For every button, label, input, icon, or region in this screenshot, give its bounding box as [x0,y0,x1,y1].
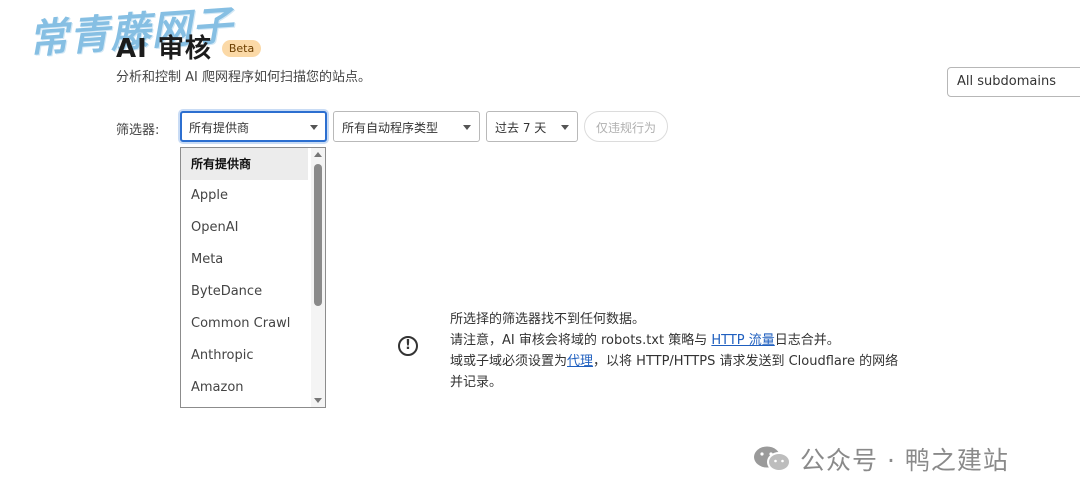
provider-options: 所有提供商 Apple OpenAI Meta ByteDance Common… [181,148,325,404]
provider-option-common-crawl[interactable]: Common Crawl [181,308,308,340]
header: AI 审核 Beta [116,28,262,65]
empty-state-text: 请注意，AI 审核会将域的 robots.txt 策略与 [450,333,712,348]
info-circle-icon: ! [398,336,418,356]
dropdown-scrollbar[interactable] [311,148,325,407]
chevron-down-icon [463,125,471,130]
account-brand: 公众号 · 鸭之建站 [752,441,1009,477]
time-range-select[interactable]: 过去 7 天 [486,111,578,142]
bot-type-select[interactable]: 所有自动程序类型 [333,111,480,142]
chevron-down-icon [561,125,569,130]
page-subtitle: 分析和控制 AI 爬网程序如何扫描您的站点。 [116,70,371,85]
wechat-icon [752,444,792,474]
empty-state-line-1: 所选择的筛选器找不到任何数据。 [450,312,646,327]
provider-option-openai[interactable]: OpenAI [181,212,308,244]
provider-option-bytedance[interactable]: ByteDance [181,276,308,308]
scrollbar-thumb[interactable] [314,164,322,306]
provider-select-value: 所有提供商 [189,121,250,135]
empty-state-line-4: 并记录。 [450,375,503,390]
bot-type-select-value: 所有自动程序类型 [342,121,439,135]
provider-option-meta[interactable]: Meta [181,244,308,276]
subdomain-select[interactable]: All subdomains [947,67,1080,97]
http-traffic-link[interactable]: HTTP 流量 [711,333,774,348]
proxy-link[interactable]: 代理 [567,354,593,369]
empty-state-line-3: 域或子域必须设置为代理，以将 HTTP/HTTPS 请求发送到 Cloudfla… [450,351,940,372]
ai-audit-page: 常青藤网子 AI 审核 Beta 分析和控制 AI 爬网程序如何扫描您的站点。 … [0,0,1080,503]
empty-state-text: 域或子域必须设置为 [450,354,568,369]
empty-state-text: 日志合并。 [774,333,840,348]
scroll-up-arrow-icon[interactable] [314,152,322,157]
time-range-select-value: 过去 7 天 [495,121,547,135]
beta-badge: Beta [221,40,262,57]
violations-only-button[interactable]: 仅违规行为 [584,111,669,142]
subdomain-select-value: All subdomains [957,74,1056,89]
scroll-down-arrow-icon[interactable] [314,398,322,403]
provider-option-anthropic[interactable]: Anthropic [181,340,308,372]
provider-option-all[interactable]: 所有提供商 [181,148,308,180]
page-title: AI 审核 [116,34,212,64]
empty-state-line-2: 请注意，AI 审核会将域的 robots.txt 策略与 HTTP 流量日志合并… [450,330,940,351]
provider-select[interactable]: 所有提供商 [180,111,327,142]
filter-label: 筛选器: [116,123,160,138]
provider-option-apple[interactable]: Apple [181,180,308,212]
provider-option-amazon[interactable]: Amazon [181,372,308,404]
brand-text: 公众号 · 鸭之建站 [800,446,1009,475]
provider-dropdown-list: 所有提供商 Apple OpenAI Meta ByteDance Common… [180,147,326,408]
chevron-down-icon [310,125,318,130]
empty-state-text: ，以将 HTTP/HTTPS 请求发送到 Cloudflare 的网络 [593,354,899,369]
empty-state-message: 所选择的筛选器找不到任何数据。 请注意，AI 审核会将域的 robots.txt… [450,309,940,393]
